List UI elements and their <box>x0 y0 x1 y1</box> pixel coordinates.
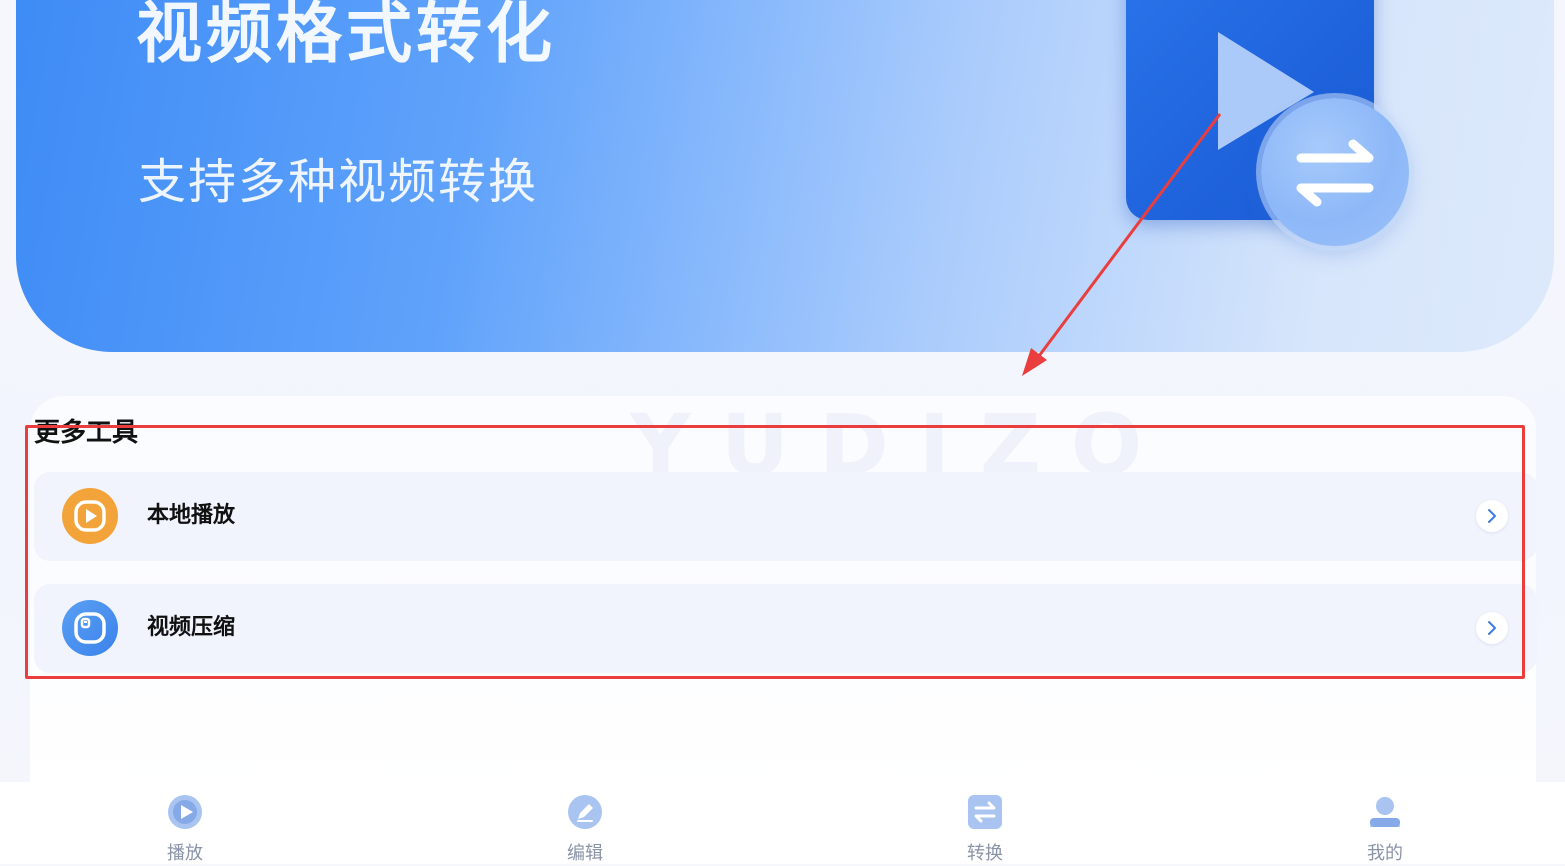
edit-icon <box>568 795 602 829</box>
nav-item-play[interactable]: 播放 <box>145 782 225 864</box>
nav-item-mine[interactable]: 我的 <box>1345 782 1425 864</box>
convert-arrows-icon <box>1261 98 1409 246</box>
play-icon <box>168 795 202 829</box>
nav-label: 转换 <box>967 843 1003 864</box>
user-icon <box>1370 797 1400 827</box>
banner-subtitle: 支持多种视频转换 <box>138 154 539 210</box>
swap-arrows-icon <box>1296 139 1374 207</box>
annotation-arrow <box>1022 113 1222 376</box>
nav-label: 播放 <box>167 843 203 864</box>
convert-icon <box>968 795 1002 829</box>
bottom-nav: 播放 编辑 转换 我的 <box>0 782 1565 864</box>
annotation-highlight-box <box>25 425 1525 679</box>
nav-label: 我的 <box>1367 843 1403 864</box>
nav-label: 编辑 <box>567 843 603 864</box>
hero-banner[interactable]: 视频格式转化 支持多种视频转换 <box>16 0 1554 352</box>
nav-item-edit[interactable]: 编辑 <box>545 782 625 864</box>
nav-item-convert[interactable]: 转换 <box>945 782 1025 864</box>
banner-title: 视频格式转化 <box>136 0 556 72</box>
